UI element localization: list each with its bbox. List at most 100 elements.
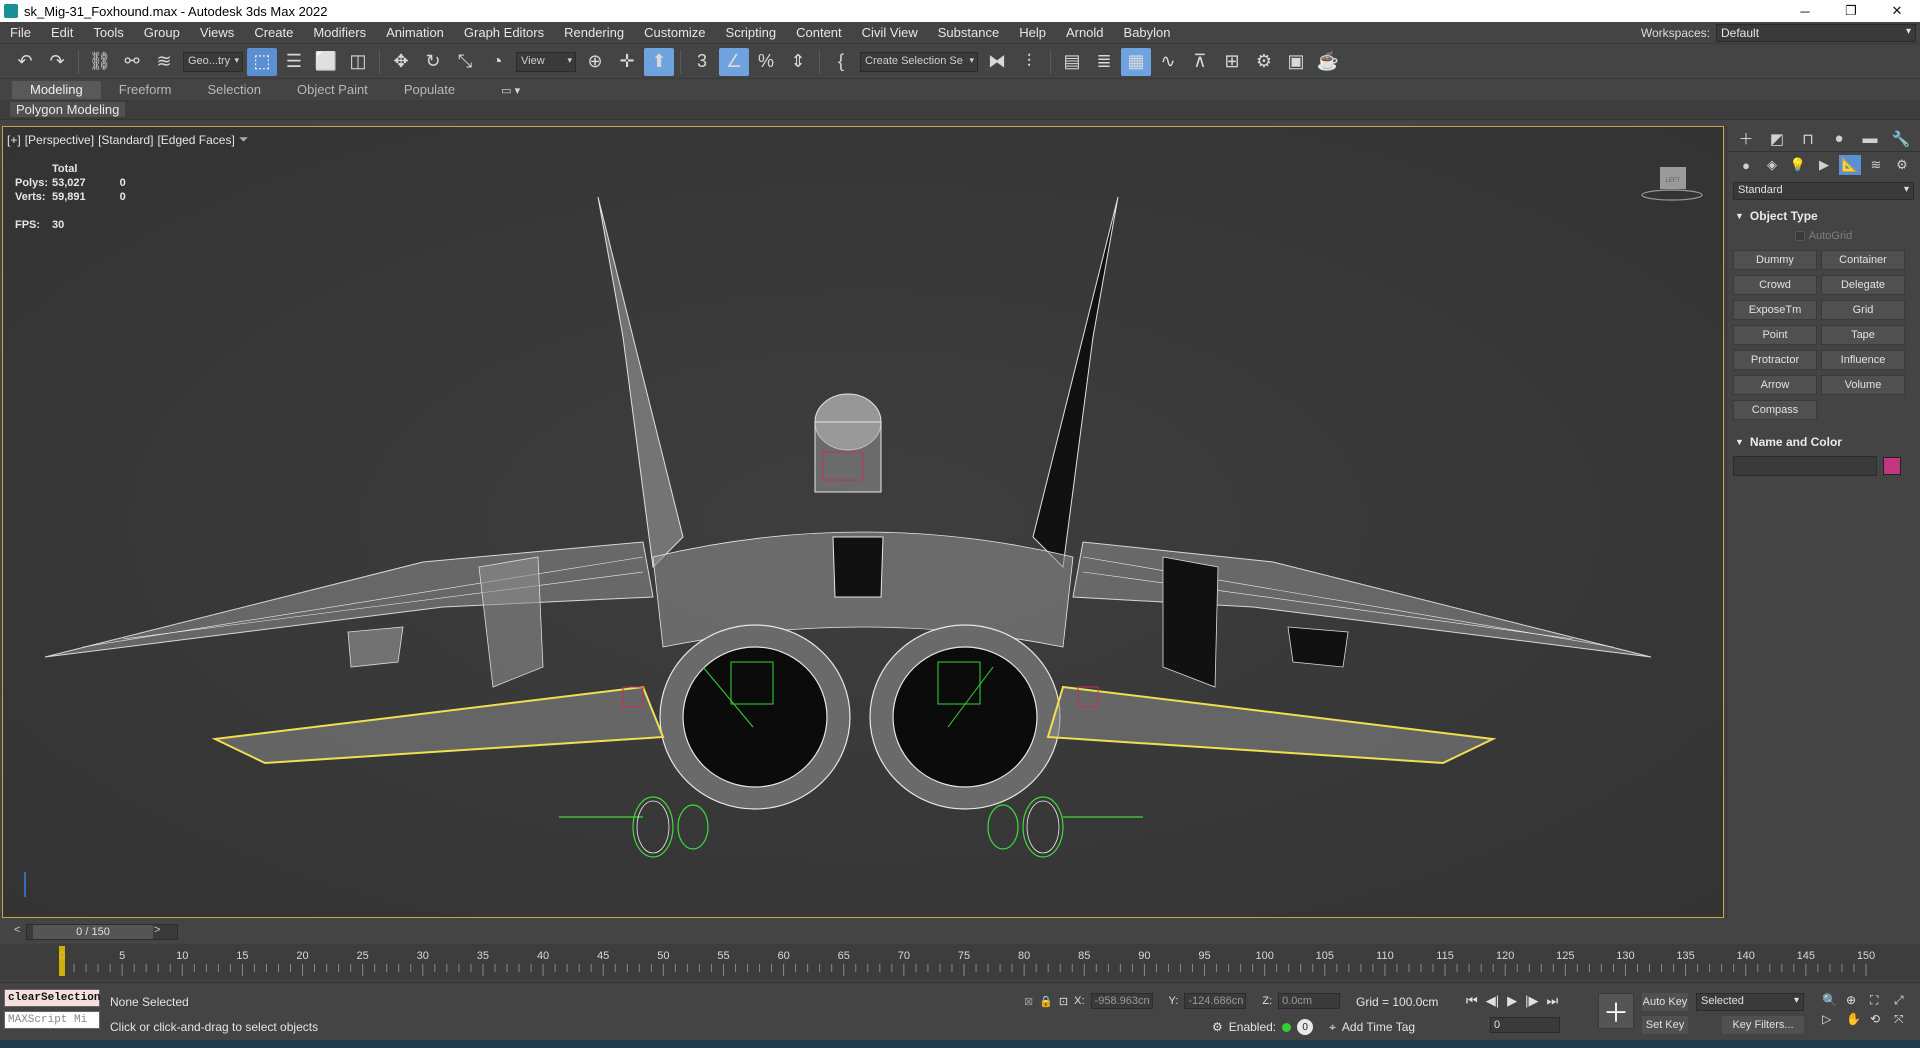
selection-lock-icon[interactable]: ✛ (612, 48, 642, 76)
redo-icon[interactable]: ↷ (42, 48, 72, 76)
menu-civil-view[interactable]: Civil View (852, 22, 928, 44)
object-name-field[interactable] (1733, 456, 1877, 476)
menu-edit[interactable]: Edit (41, 22, 83, 44)
menu-graph-editors[interactable]: Graph Editors (454, 22, 554, 44)
time-tag-icon[interactable]: ⌖ (1329, 1020, 1336, 1035)
viewport-shading[interactable]: [Standard] (98, 133, 153, 147)
motion-tab-icon[interactable]: ● (1828, 129, 1850, 149)
display-tab-icon[interactable]: ▬ (1859, 129, 1881, 149)
menu-arnold[interactable]: Arnold (1056, 22, 1114, 44)
render-setup-icon[interactable]: ⚙ (1249, 48, 1279, 76)
perspective-viewport[interactable]: [+] [Perspective] [Standard] [Edged Face… (2, 126, 1724, 918)
compass-button[interactable]: Compass (1733, 400, 1817, 420)
unlink-icon[interactable]: ⚯ (117, 48, 147, 76)
utilities-tab-icon[interactable]: 🔧 (1890, 129, 1912, 149)
menu-content[interactable]: Content (786, 22, 852, 44)
material-editor-icon[interactable]: ⊞ (1217, 48, 1247, 76)
polygon-modeling-label[interactable]: Polygon Modeling (10, 102, 126, 117)
tab-freeform[interactable]: Freeform (101, 81, 190, 99)
point-button[interactable]: Point (1733, 325, 1817, 345)
container-button[interactable]: Container (1821, 250, 1905, 270)
menu-scripting[interactable]: Scripting (716, 22, 787, 44)
set-keys-icon[interactable]: ＋ (1598, 993, 1634, 1029)
play-icon[interactable]: ▶ (1507, 993, 1517, 1009)
menu-file[interactable]: File (0, 22, 41, 44)
pan-view-icon[interactable]: ✋ (1846, 1012, 1866, 1027)
zoom-extents-all-icon[interactable]: ⤢ (1894, 993, 1914, 1008)
mirror-icon[interactable]: ⧓ (982, 48, 1012, 76)
rect-selection-region-icon[interactable]: ⬜ (311, 48, 341, 76)
align-icon[interactable]: ⫶ (1014, 48, 1044, 76)
shapes-icon[interactable]: ◈ (1761, 155, 1783, 175)
layer-explorer-icon[interactable]: ≣ (1089, 48, 1119, 76)
filter-icon[interactable]: ⏷ (239, 132, 249, 147)
zoom-all-icon[interactable]: ⊕ (1846, 993, 1866, 1008)
tab-modeling[interactable]: Modeling (12, 81, 101, 99)
percent-snap-icon[interactable]: % (751, 48, 781, 76)
undo-icon[interactable]: ↶ (10, 48, 40, 76)
ribbon-options-icon[interactable]: ▭ ▾ (501, 84, 520, 97)
snaps-toggle-icon[interactable]: 3 (687, 48, 717, 76)
systems-icon[interactable]: ⚙ (1891, 155, 1913, 175)
tab-object-paint[interactable]: Object Paint (279, 81, 386, 99)
selection-lock-toggle-icon[interactable]: 🔒 (1039, 995, 1053, 1008)
create-tab-icon[interactable]: ＋ (1735, 129, 1757, 149)
viewport-point-of-view[interactable]: [Perspective] (25, 133, 94, 147)
protractor-button[interactable]: Protractor (1733, 350, 1817, 370)
geometry-icon[interactable]: ● (1735, 155, 1757, 175)
toggle-ribbon-icon[interactable]: ▦ (1121, 47, 1151, 76)
enabled-indicator[interactable] (1282, 1022, 1292, 1032)
delegate-button[interactable]: Delegate (1821, 275, 1905, 295)
scene-explorer-icon[interactable]: ▤ (1057, 48, 1087, 76)
previous-frame-icon[interactable]: ◀| (1486, 993, 1499, 1009)
maxscript-input[interactable]: MAXScript Mi (4, 1011, 100, 1029)
menu-rendering[interactable]: Rendering (554, 22, 634, 44)
tape-button[interactable]: Tape (1821, 325, 1905, 345)
influence-button[interactable]: Influence (1821, 350, 1905, 370)
render-production-icon[interactable]: ☕ (1313, 48, 1343, 76)
object-type-rollout[interactable]: ▼ Object Type (1731, 206, 1916, 226)
menu-create[interactable]: Create (244, 22, 303, 44)
menu-modifiers[interactable]: Modifiers (303, 22, 376, 44)
menu-customize[interactable]: Customize (634, 22, 715, 44)
angle-snap-icon[interactable]: ∠ (719, 47, 749, 76)
helpers-icon[interactable]: 📐 (1839, 155, 1861, 175)
select-move-icon[interactable]: ✥ (386, 48, 416, 76)
edit-named-selection-icon[interactable]: { (826, 48, 856, 76)
keyboard-shortcut-override-icon[interactable]: ⬆ (644, 47, 674, 76)
enabled-count-badge[interactable]: 0 (1297, 1019, 1314, 1035)
absolute-mode-icon[interactable]: ⊡ (1059, 995, 1068, 1008)
reference-coordinate-dropdown[interactable]: View (516, 51, 576, 72)
field-of-view-icon[interactable]: ▷ (1822, 1012, 1842, 1027)
current-frame-field[interactable]: 0 (1490, 1017, 1560, 1033)
z-coordinate-field[interactable]: 0.0cm (1278, 993, 1341, 1009)
select-by-name-icon[interactable]: ☰ (279, 48, 309, 76)
schematic-view-icon[interactable]: ⊼ (1185, 48, 1215, 76)
modify-tab-icon[interactable]: ◩ (1766, 129, 1788, 149)
current-frame-marker[interactable] (59, 946, 65, 976)
time-slider-thumb[interactable]: 0 / 150 (33, 925, 153, 939)
adaptive-degradation-icon[interactable]: ⚙ (1212, 1020, 1223, 1034)
curve-editor-icon[interactable]: ∿ (1153, 48, 1183, 76)
dummy-button[interactable]: Dummy (1733, 250, 1817, 270)
go-to-start-icon[interactable]: ⏮ (1466, 993, 1478, 1009)
zoom-icon[interactable]: 🔍 (1822, 993, 1842, 1008)
spinner-snap-icon[interactable]: ⇕ (783, 48, 813, 76)
arrow-button[interactable]: Arrow (1733, 375, 1817, 395)
select-place-icon[interactable]: ◔ (482, 48, 512, 76)
time-slider-prev-icon[interactable]: < (14, 924, 20, 936)
hierarchy-tab-icon[interactable]: ⊓ (1797, 129, 1819, 149)
menu-tools[interactable]: Tools (83, 22, 133, 44)
bind-space-warp-icon[interactable]: ≋ (149, 48, 179, 76)
add-time-tag-label[interactable]: Add Time Tag (1342, 1020, 1415, 1034)
set-key-button[interactable]: Set Key (1642, 1016, 1688, 1034)
select-rotate-icon[interactable]: ↻ (418, 48, 448, 76)
window-crossing-icon[interactable]: ◫ (343, 48, 373, 76)
workspace-dropdown[interactable]: Default (1716, 24, 1916, 42)
volume-button[interactable]: Volume (1821, 375, 1905, 395)
key-filters-button[interactable]: Key Filters... (1722, 1016, 1804, 1034)
autogrid-checkbox[interactable] (1794, 231, 1805, 241)
maximize-viewport-icon[interactable]: ⤧ (1894, 1012, 1914, 1027)
menu-help[interactable]: Help (1009, 22, 1056, 44)
tab-populate[interactable]: Populate (386, 81, 473, 99)
